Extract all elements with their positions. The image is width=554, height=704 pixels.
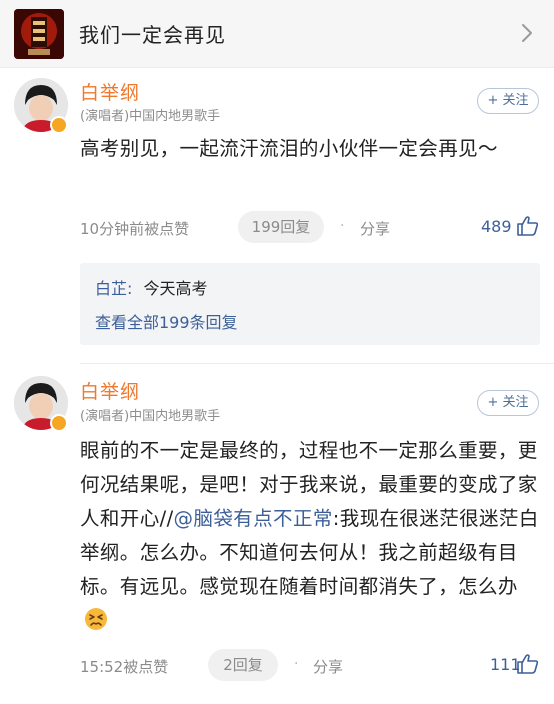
user-tag: (演唱者)中国内地男歌手 <box>80 109 221 124</box>
like-count: 489 <box>481 217 512 236</box>
separator-dot: · <box>340 218 345 234</box>
follow-button[interactable]: + 关注 <box>477 390 539 416</box>
chevron-right-icon[interactable] <box>516 22 538 44</box>
view-all-replies-link[interactable]: 查看全部199条回复 <box>95 309 238 333</box>
comment-text: 高考别见，一起流汗流泪的小伙伴一定会再见～ <box>80 137 498 160</box>
song-header[interactable]: 我们一定会再见 <box>0 0 554 68</box>
reply-count-button[interactable]: 199回复 <box>238 211 324 243</box>
share-button[interactable]: 分享 <box>313 656 343 677</box>
mention-link[interactable]: @脑袋有点不正常 <box>174 507 333 530</box>
album-cover[interactable] <box>14 9 64 59</box>
comment-item: 白举纲 (演唱者)中国内地男歌手 + 关注 高考别见，一起流汗流泪的小伙伴一定会… <box>0 68 554 363</box>
comment-item: 白举纲 (演唱者)中国内地男歌手 + 关注 眼前的不一定是最终的，过程也不一定那… <box>0 364 554 704</box>
reply-author[interactable]: 白芷: <box>95 279 132 298</box>
comment-time: 10分钟前被点赞 <box>80 220 190 238</box>
thumbs-up-icon[interactable] <box>516 215 540 237</box>
separator-dot: · <box>294 656 299 672</box>
reply-preview[interactable]: 白芷: 今天高考 查看全部199条回复 <box>80 263 540 345</box>
verified-badge-icon <box>50 116 68 134</box>
username[interactable]: 白举纲 <box>80 78 140 105</box>
reply-line: 白芷: 今天高考 <box>95 275 208 299</box>
thumbs-up-icon[interactable] <box>516 653 540 675</box>
reply-text: 今天高考 <box>143 279 208 298</box>
comment-time: 15:52被点赞 <box>80 658 169 676</box>
user-tag: (演唱者)中国内地男歌手 <box>80 409 221 424</box>
comment-text: 眼前的不一定是最终的，过程也不一定那么重要，更何况结果呢，是吧！对于我来说，最重… <box>80 434 542 638</box>
follow-button[interactable]: + 关注 <box>477 88 539 114</box>
frustrated-face-emoji <box>85 608 107 630</box>
verified-badge-icon <box>50 414 68 432</box>
share-button[interactable]: 分享 <box>360 218 390 239</box>
username[interactable]: 白举纲 <box>80 377 140 404</box>
reply-count-button[interactable]: 2回复 <box>208 649 278 681</box>
song-title: 我们一定会再见 <box>79 23 226 47</box>
